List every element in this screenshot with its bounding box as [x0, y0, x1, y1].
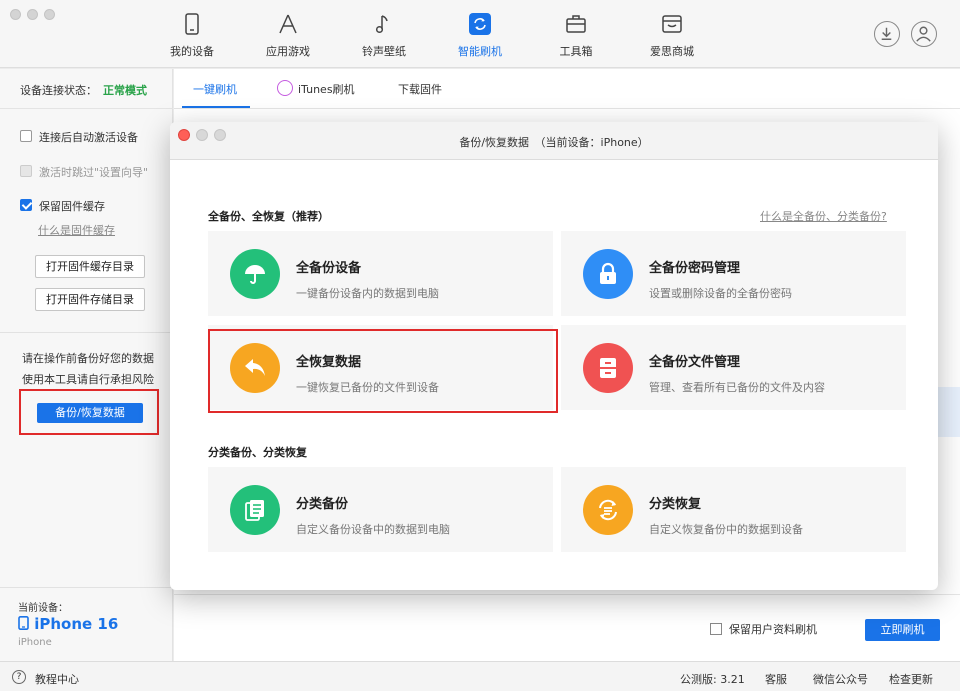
zoom-window-button[interactable]: [44, 9, 55, 20]
card-title: 分类备份: [296, 497, 349, 512]
tab-download-firmware[interactable]: 下载固件: [398, 81, 442, 97]
card-title: 全备份密码管理: [649, 261, 741, 276]
section-category-backup: 分类备份、分类恢复: [208, 446, 307, 459]
store-icon: [662, 15, 682, 33]
nav-label: 工具箱: [559, 45, 593, 58]
tab-itunes-flash[interactable]: iTunes刷机: [298, 81, 355, 97]
card-desc: 自定义备份设备中的数据到电脑: [296, 523, 450, 536]
active-tab-indicator: [182, 106, 250, 108]
nav-smart-flash[interactable]: 智能刷机: [440, 0, 520, 68]
nav-ringtones[interactable]: 铃声壁纸: [344, 0, 424, 68]
device-name-text: iPhone 16: [34, 615, 119, 633]
cabinet-icon: [583, 343, 633, 393]
current-device-panel: 当前设备： iPhone 16 iPhone: [0, 587, 173, 661]
section-full-backup: 全备份、全恢复（推荐）: [208, 210, 329, 223]
dialog-title: 备份/恢复数据 （当前设备：iPhone）: [459, 136, 649, 149]
selected-row-stripe: [938, 387, 960, 437]
card-title: 全备份文件管理: [649, 355, 741, 370]
music-note-icon: [375, 15, 388, 34]
nav-label: 铃声壁纸: [362, 45, 406, 58]
top-toolbar: 我的设备 应用游戏 铃声壁纸 智能刷机 工具箱 爱思商城: [0, 0, 960, 68]
documents-icon: [230, 485, 280, 535]
keep-user-data-checkbox[interactable]: [710, 623, 722, 635]
category-backup-card[interactable]: 分类备份 自定义备份设备中的数据到电脑: [208, 467, 553, 552]
nav-label: 我的设备: [170, 45, 214, 58]
dialog-titlebar: 备份/恢复数据 （当前设备：iPhone）: [170, 122, 938, 160]
backup-help-link[interactable]: 什么是全备份、分类备份?: [760, 208, 887, 224]
open-store-dir-button[interactable]: 打开固件存储目录: [35, 288, 145, 311]
checkbox-box[interactable]: [20, 199, 32, 211]
status-label: 设备连接状态：: [20, 84, 97, 97]
warning-text: 请在操作前备份好您的数据: [22, 352, 154, 365]
card-title: 全备份设备: [296, 261, 362, 276]
tab-one-click-flash[interactable]: 一键刷机: [193, 81, 237, 97]
card-title: 分类恢复: [649, 497, 702, 512]
highlight-frame: 备份/恢复数据: [19, 389, 159, 435]
lock-icon: [583, 249, 633, 299]
status-bar: ? 教程中心 公测版: 3.21 客服 微信公众号 检查更新: [0, 661, 960, 691]
backup-file-management-card[interactable]: 全备份文件管理 管理、查看所有已备份的文件及内容: [561, 325, 906, 410]
backup-password-card[interactable]: 全备份密码管理 设置或删除设备的全备份密码: [561, 231, 906, 316]
window-controls: [10, 9, 55, 20]
nav-apps[interactable]: 应用游戏: [248, 0, 328, 68]
flash-footer: 保留用户资料刷机 立即刷机: [174, 594, 960, 661]
nav-label: 应用游戏: [266, 45, 310, 58]
nav-my-device[interactable]: 我的设备: [152, 0, 232, 68]
nav-toolbox[interactable]: 工具箱: [536, 0, 616, 68]
firmware-cache-help-link[interactable]: 什么是固件缓存: [38, 222, 115, 238]
wechat-link[interactable]: 微信公众号: [813, 671, 868, 687]
keep-firmware-cache-checkbox[interactable]: 保留固件缓存: [20, 199, 170, 213]
user-avatar-icon[interactable]: [911, 21, 937, 47]
divider: [0, 332, 173, 333]
download-icon[interactable]: [874, 21, 900, 47]
open-cache-dir-button[interactable]: 打开固件缓存目录: [35, 255, 145, 278]
current-device-name: iPhone 16: [18, 615, 118, 633]
help-icon[interactable]: ?: [12, 670, 26, 684]
refresh-icon: [469, 13, 491, 35]
checkbox-box[interactable]: [20, 165, 32, 177]
customer-service-link[interactable]: 客服: [765, 671, 787, 687]
connection-status: 设备连接状态： 正常模式: [0, 69, 173, 109]
checkbox-box[interactable]: [20, 130, 32, 142]
umbrella-icon: [230, 249, 280, 299]
tutorial-center-link[interactable]: 教程中心: [35, 671, 79, 687]
skip-setup-checkbox[interactable]: 激活时跳过"设置向导": [20, 165, 170, 179]
status-value: 正常模式: [103, 84, 147, 97]
close-window-button[interactable]: [10, 9, 21, 20]
card-desc: 自定义恢复备份中的数据到设备: [649, 523, 803, 536]
toolbox-icon: [566, 15, 586, 33]
checkbox-label: 保留固件缓存: [39, 200, 105, 213]
apps-icon: [279, 14, 297, 34]
phone-icon: [185, 13, 199, 35]
keep-user-data-label: 保留用户资料刷机: [729, 623, 817, 636]
card-desc: 一键备份设备内的数据到电脑: [296, 287, 439, 300]
category-restore-card[interactable]: 分类恢复 自定义恢复备份中的数据到设备: [561, 467, 906, 552]
current-device-label: 当前设备：: [18, 603, 68, 614]
nav-label: 智能刷机: [458, 45, 502, 58]
checkbox-label: 激活时跳过"设置向导": [39, 166, 149, 179]
card-desc: 设置或删除设备的全备份密码: [649, 287, 792, 300]
backup-restore-dialog: 备份/恢复数据 （当前设备：iPhone） 全备份、全恢复（推荐） 什么是全备份…: [170, 122, 938, 590]
warning-text: 使用本工具请自行承担风险: [22, 373, 154, 386]
flash-now-button[interactable]: 立即刷机: [865, 619, 940, 641]
auto-activate-checkbox[interactable]: 连接后自动激活设备: [20, 130, 170, 144]
current-device-model: iPhone: [18, 637, 52, 648]
card-desc: 管理、查看所有已备份的文件及内容: [649, 381, 825, 394]
highlight-frame: [208, 329, 558, 413]
nav-label: 爱思商城: [650, 45, 694, 58]
check-update-link[interactable]: 检查更新: [889, 671, 933, 687]
left-panel: 设备连接状态： 正常模式 连接后自动激活设备 激活时跳过"设置向导" 保留固件缓…: [0, 69, 173, 661]
backup-restore-button[interactable]: 备份/恢复数据: [37, 403, 143, 423]
phone-icon: [18, 616, 29, 630]
nav-store[interactable]: 爱思商城: [632, 0, 712, 68]
minimize-window-button[interactable]: [27, 9, 38, 20]
full-backup-card[interactable]: 全备份设备 一键备份设备内的数据到电脑: [208, 231, 553, 316]
sync-list-icon: [583, 485, 633, 535]
itunes-icon: [277, 80, 293, 96]
main-tabs: 一键刷机 iTunes刷机 下载固件: [174, 69, 960, 109]
checkbox-label: 连接后自动激活设备: [39, 131, 138, 144]
version-text: 公测版: 3.21: [680, 673, 745, 686]
